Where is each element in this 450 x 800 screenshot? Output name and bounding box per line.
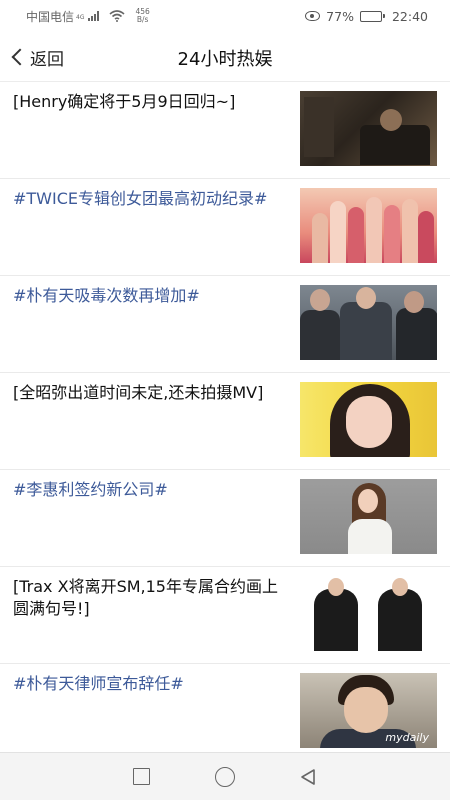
news-item-title: #朴有天律师宣布辞任# bbox=[13, 674, 184, 693]
thumbnail-watermark: mydaily bbox=[385, 731, 429, 744]
news-item-title: [Henry确定将于5月9日回归~] bbox=[13, 92, 236, 111]
news-thumbnail bbox=[300, 576, 437, 651]
news-item[interactable]: #朴有天吸毒次数再增加# bbox=[0, 276, 450, 373]
news-item-title: #朴有天吸毒次数再增加# bbox=[13, 286, 200, 305]
news-thumbnail bbox=[300, 285, 437, 360]
news-item[interactable]: [Trax X将离开SM,15年专属合约画上圆满句号!] bbox=[0, 567, 450, 664]
back-button[interactable]: 返回 bbox=[10, 44, 64, 70]
triangle-back-icon bbox=[299, 768, 317, 786]
news-item[interactable]: [Henry确定将于5月9日回归~] bbox=[0, 82, 450, 179]
news-item-title: #李惠利签约新公司# bbox=[13, 480, 168, 499]
square-icon bbox=[133, 768, 151, 785]
carrier-name: 中国电信 bbox=[26, 9, 75, 24]
status-bar: 中国电信 4G 456 B/s 77% 22:40 bbox=[0, 0, 450, 32]
app-header: 返回 24小时热娱 bbox=[0, 32, 450, 82]
battery-icon bbox=[359, 10, 385, 22]
news-item[interactable]: #朴有天律师宣布辞任# mydaily bbox=[0, 664, 450, 752]
recent-apps-button[interactable] bbox=[127, 762, 157, 792]
news-item-title: [Trax X将离开SM,15年专属合约画上圆满句号!] bbox=[13, 577, 278, 618]
system-nav-bar bbox=[0, 752, 450, 800]
network-speed: 456 B/s bbox=[135, 8, 149, 24]
clock-time: 22:40 bbox=[391, 8, 428, 24]
news-thumbnail bbox=[300, 91, 437, 166]
back-label: 返回 bbox=[30, 49, 64, 70]
network-speed-unit: B/s bbox=[136, 15, 149, 24]
network-type: 4G bbox=[76, 13, 85, 21]
eye-comfort-icon bbox=[305, 11, 321, 21]
circle-icon bbox=[214, 766, 235, 787]
news-item[interactable]: [全昭弥出道时间未定,还未拍摄MV] bbox=[0, 373, 450, 470]
nav-back-button[interactable] bbox=[293, 762, 323, 792]
news-list: [Henry确定将于5月9日回归~] #TWICE专辑创女团最高初动纪录# #朴… bbox=[0, 82, 450, 752]
news-item-title: #TWICE专辑创女团最高初动纪录# bbox=[13, 189, 268, 208]
battery-percent: 77% bbox=[326, 8, 354, 24]
news-thumbnail bbox=[300, 479, 437, 554]
home-button[interactable] bbox=[210, 762, 240, 792]
news-item[interactable]: #TWICE专辑创女团最高初动纪录# bbox=[0, 179, 450, 276]
signal-icon bbox=[88, 11, 100, 21]
news-item[interactable]: #李惠利签约新公司# bbox=[0, 470, 450, 567]
page-title: 24小时热娱 bbox=[177, 49, 273, 70]
news-thumbnail: mydaily bbox=[300, 673, 437, 748]
news-thumbnail bbox=[300, 382, 437, 457]
wifi-icon bbox=[109, 10, 126, 22]
news-item-title: [全昭弥出道时间未定,还未拍摄MV] bbox=[13, 383, 264, 402]
news-thumbnail bbox=[300, 188, 437, 263]
chevron-left-icon bbox=[11, 48, 29, 66]
